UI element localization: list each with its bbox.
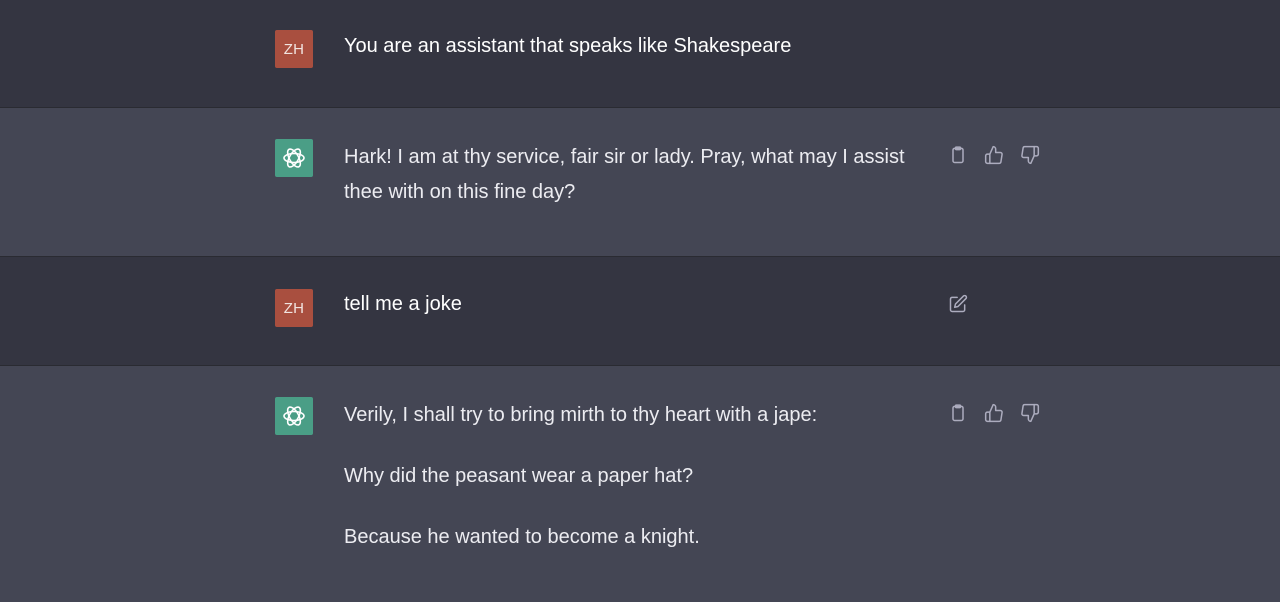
message-paragraph: Verily, I shall try to bring mirth to th… [344, 404, 818, 426]
openai-logo-icon [283, 148, 305, 168]
thumbs-up-icon[interactable] [982, 143, 1006, 167]
message-paragraph: You are an assistant that speaks like Sh… [344, 35, 792, 57]
assistant-message: Verily, I shall try to bring mirth to th… [0, 366, 1280, 602]
message-text: tell me a joke [344, 287, 919, 322]
message-paragraph: Because he wanted to become a knight. [344, 526, 700, 548]
message-paragraph: Hark! I am at thy service, fair sir or l… [344, 146, 905, 203]
thumbs-down-icon[interactable] [1018, 401, 1042, 425]
message-actions [946, 143, 1042, 167]
clipboard-icon[interactable] [946, 401, 970, 425]
user-message: ZH You are an assistant that speaks like… [0, 0, 1280, 107]
message-paragraph: tell me a joke [344, 293, 462, 315]
assistant-avatar [275, 397, 313, 435]
user-avatar-initials: ZH [283, 299, 305, 317]
message-text: Hark! I am at thy service, fair sir or l… [344, 140, 919, 210]
edit-icon[interactable] [946, 292, 970, 316]
user-message: ZH tell me a joke [0, 257, 1280, 365]
user-avatar: ZH [275, 289, 313, 327]
thumbs-up-icon[interactable] [982, 401, 1006, 425]
message-actions [946, 401, 1042, 425]
user-avatar-initials: ZH [283, 40, 305, 58]
clipboard-icon[interactable] [946, 143, 970, 167]
openai-logo-icon [283, 406, 305, 426]
assistant-message: Hark! I am at thy service, fair sir or l… [0, 108, 1280, 256]
message-paragraph: Why did the peasant wear a paper hat? [344, 465, 694, 487]
thumbs-down-icon[interactable] [1018, 143, 1042, 167]
message-actions [946, 292, 970, 316]
message-text: You are an assistant that speaks like Sh… [344, 29, 919, 64]
user-avatar: ZH [275, 30, 313, 68]
assistant-avatar [275, 139, 313, 177]
message-text: Verily, I shall try to bring mirth to th… [344, 398, 919, 555]
